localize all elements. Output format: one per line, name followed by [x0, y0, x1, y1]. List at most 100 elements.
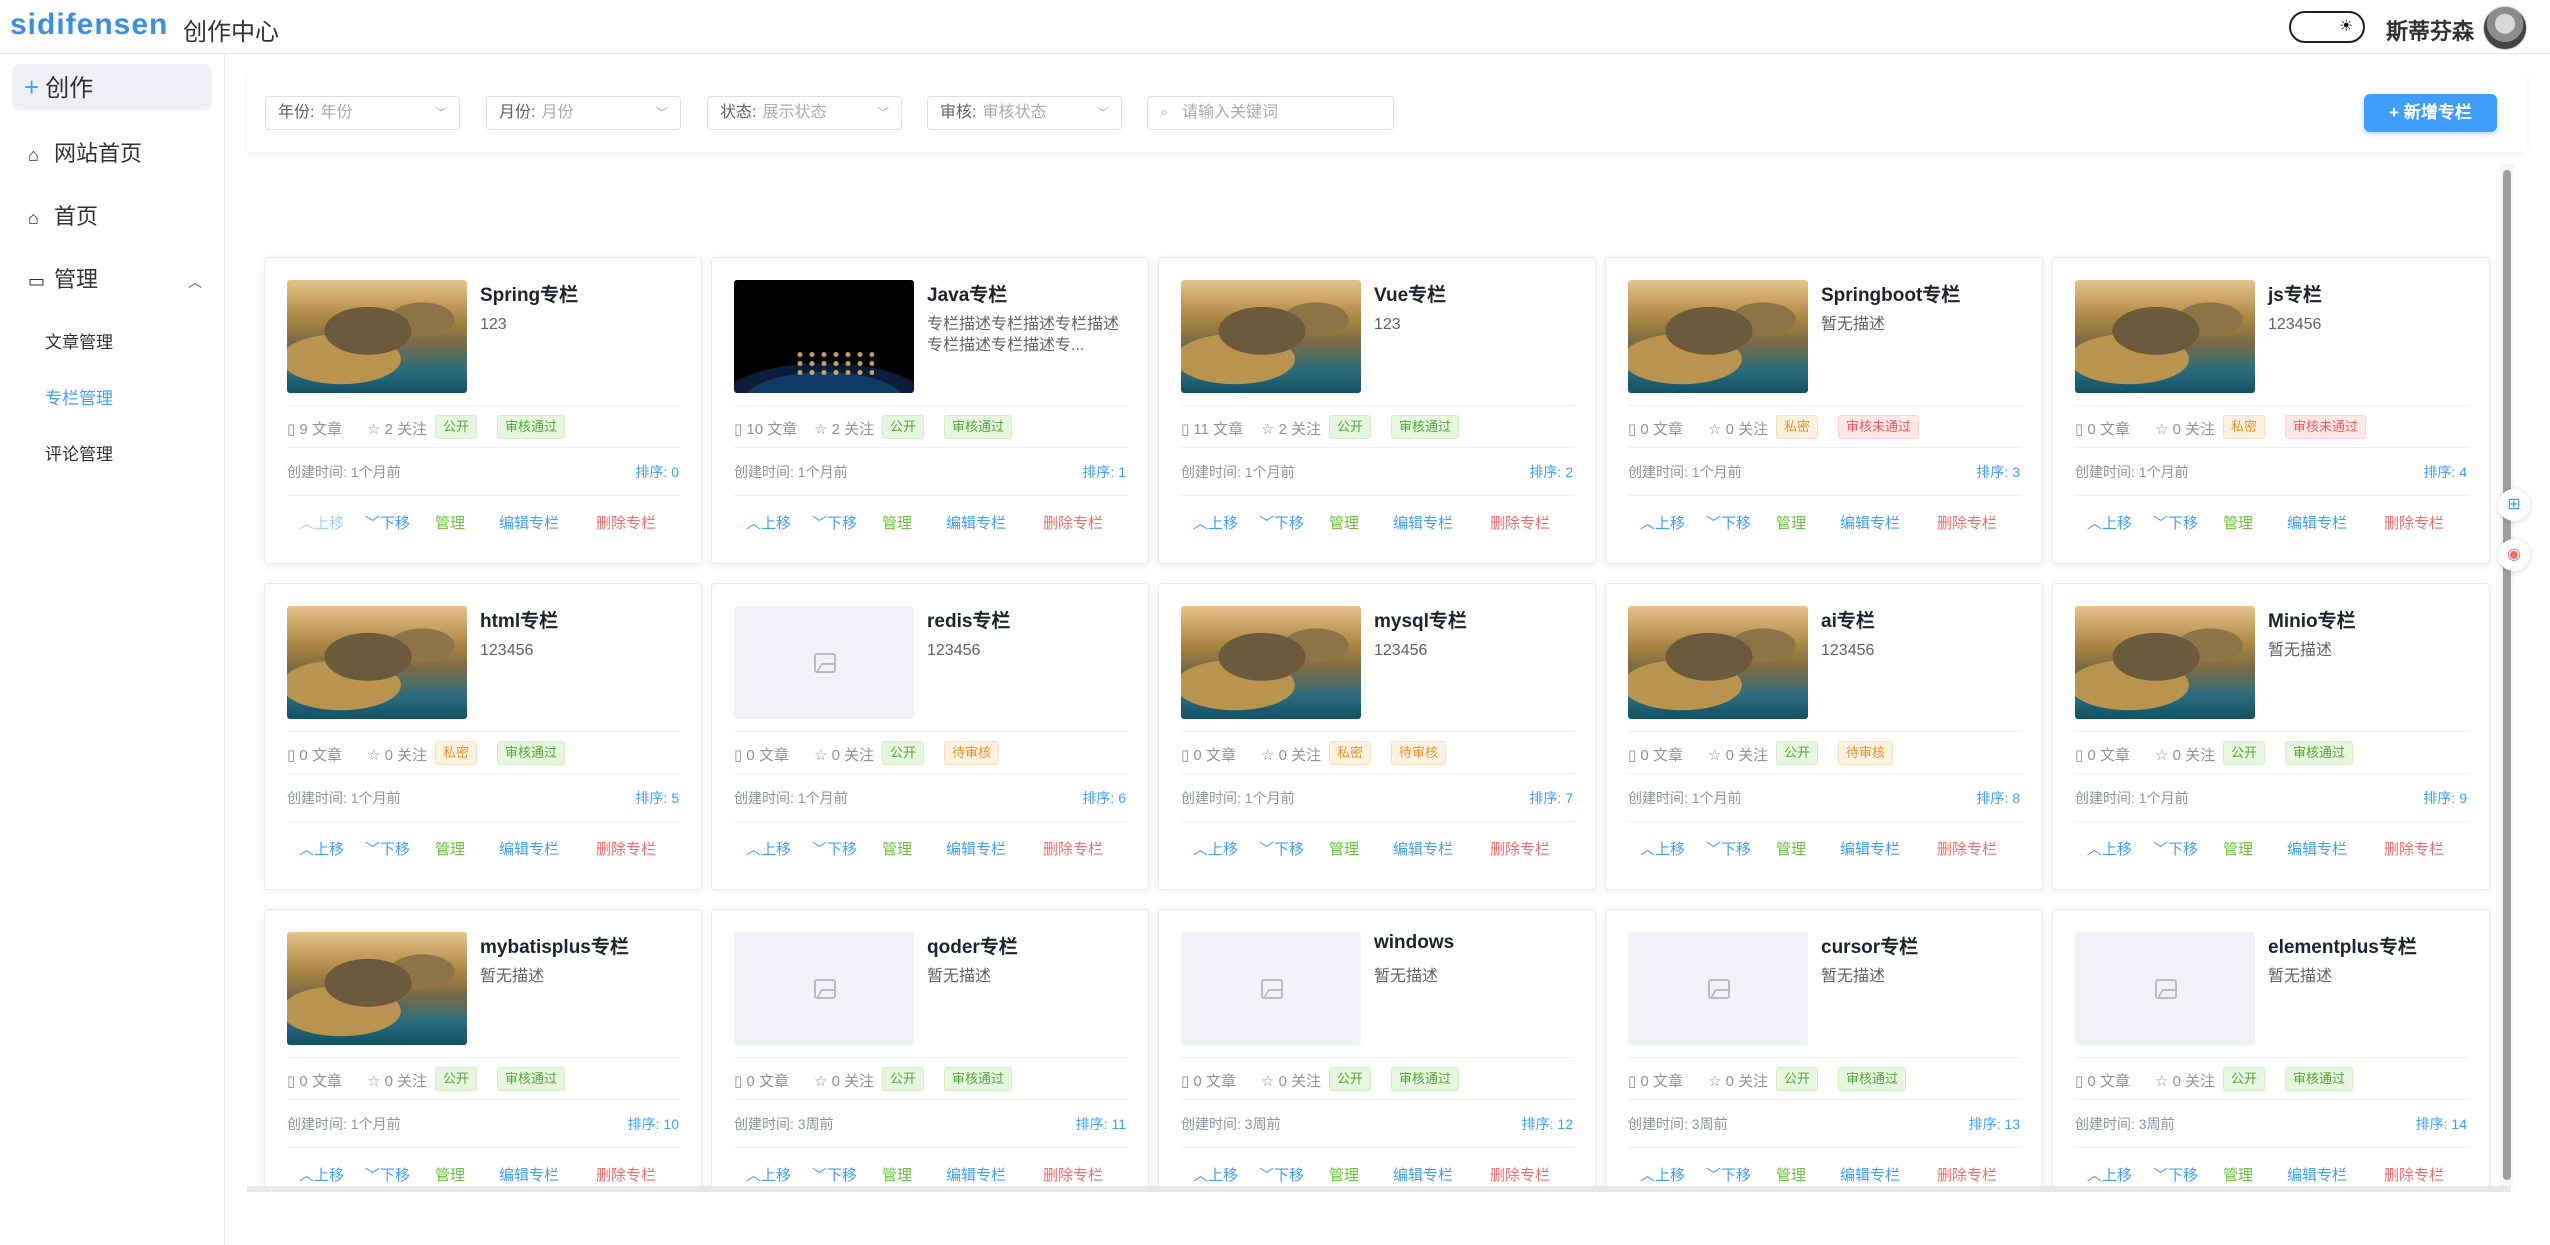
- move-up-button[interactable]: ︿上移: [2087, 1164, 2132, 1185]
- delete-column-button[interactable]: 删除专栏: [1490, 838, 1550, 859]
- column-title[interactable]: js专栏: [2268, 280, 2322, 307]
- column-cover[interactable]: [1181, 932, 1361, 1045]
- move-down-button[interactable]: ﹀下移: [2153, 1164, 2198, 1185]
- delete-column-button[interactable]: 删除专栏: [596, 838, 656, 859]
- sidebar-item-articles[interactable]: 文章管理: [45, 328, 113, 353]
- move-up-button[interactable]: ︿上移: [1640, 512, 1685, 533]
- status-select[interactable]: 状态: 展示状态 ﹀: [707, 96, 902, 130]
- column-title[interactable]: ai专栏: [1821, 606, 1875, 633]
- edit-column-button[interactable]: 编辑专栏: [946, 838, 1006, 859]
- manage-button[interactable]: 管理: [882, 512, 912, 533]
- manage-button[interactable]: 管理: [1329, 1164, 1359, 1185]
- delete-column-button[interactable]: 删除专栏: [1937, 512, 1997, 533]
- delete-column-button[interactable]: 删除专栏: [2384, 838, 2444, 859]
- column-cover[interactable]: [1181, 280, 1361, 393]
- move-up-button[interactable]: ︿上移: [299, 838, 344, 859]
- move-up-button[interactable]: ︿上移: [1193, 512, 1238, 533]
- column-title[interactable]: mysql专栏: [1374, 606, 1467, 633]
- column-cover[interactable]: [287, 606, 467, 719]
- column-title[interactable]: cursor专栏: [1821, 932, 1918, 959]
- edit-column-button[interactable]: 编辑专栏: [2287, 512, 2347, 533]
- column-title[interactable]: Vue专栏: [1374, 280, 1446, 307]
- move-up-button[interactable]: ︿上移: [746, 838, 791, 859]
- column-card[interactable]: Minio专栏 暂无描述 ▯ 0 文章 ☆ 0 关注 公开 审核通过 创建时间: 1个月前 排…: [2052, 583, 2490, 890]
- edit-column-button[interactable]: 编辑专栏: [1393, 1164, 1453, 1185]
- search-input[interactable]: ⌕ 请输入关键词: [1147, 96, 1394, 130]
- edit-column-button[interactable]: 编辑专栏: [2287, 838, 2347, 859]
- manage-button[interactable]: 管理: [435, 512, 465, 533]
- move-up-button[interactable]: ︿上移: [1640, 1164, 1685, 1185]
- edit-column-button[interactable]: 编辑专栏: [1393, 838, 1453, 859]
- move-down-button[interactable]: ﹀下移: [1706, 512, 1751, 533]
- column-title[interactable]: Spring专栏: [480, 280, 578, 307]
- column-cover[interactable]: [2075, 280, 2255, 393]
- column-card[interactable]: qoder专栏 暂无描述 ▯ 0 文章 ☆ 0 关注 公开 审核通过 创建时间: 3周前 排序…: [711, 909, 1149, 1187]
- help-icon[interactable]: ◉: [2498, 539, 2530, 571]
- move-up-button[interactable]: ︿上移: [746, 1164, 791, 1185]
- column-cover[interactable]: [1628, 280, 1808, 393]
- column-card[interactable]: Spring专栏 123 ▯ 9 文章 ☆ 2 关注 公开 审核通过 创建时间: 1个月前 排…: [264, 257, 702, 564]
- move-down-button[interactable]: ﹀下移: [1259, 512, 1304, 533]
- move-down-button[interactable]: ﹀下移: [812, 838, 857, 859]
- move-down-button[interactable]: ﹀下移: [1706, 1164, 1751, 1185]
- manage-button[interactable]: 管理: [2223, 1164, 2253, 1185]
- column-card[interactable]: mybatisplus专栏 暂无描述 ▯ 0 文章 ☆ 0 关注 公开 审核通过 创建时间:…: [264, 909, 702, 1187]
- column-card[interactable]: js专栏 123456 ▯ 0 文章 ☆ 0 关注 私密 审核未通过 创建时间: 1个月前 排…: [2052, 257, 2490, 564]
- column-title[interactable]: qoder专栏: [927, 932, 1018, 959]
- month-select[interactable]: 月份: 月份 ﹀: [486, 96, 681, 130]
- column-cover[interactable]: [287, 280, 467, 393]
- column-title[interactable]: Springboot专栏: [1821, 280, 1960, 307]
- move-down-button[interactable]: ﹀下移: [812, 1164, 857, 1185]
- move-down-button[interactable]: ﹀下移: [365, 512, 410, 533]
- delete-column-button[interactable]: 删除专栏: [2384, 512, 2444, 533]
- sidebar-item-columns[interactable]: 专栏管理: [45, 384, 113, 409]
- edit-column-button[interactable]: 编辑专栏: [1840, 1164, 1900, 1185]
- grid-icon[interactable]: ⊞: [2498, 489, 2530, 521]
- manage-button[interactable]: 管理: [1329, 512, 1359, 533]
- manage-button[interactable]: 管理: [435, 1164, 465, 1185]
- column-card[interactable]: mysql专栏 123456 ▯ 0 文章 ☆ 0 关注 私密 待审核 创建时间: 1个月前…: [1158, 583, 1596, 890]
- move-up-button[interactable]: ︿上移: [299, 1164, 344, 1185]
- column-cover[interactable]: [2075, 606, 2255, 719]
- scrollbar-thumb[interactable]: [2503, 170, 2511, 1180]
- edit-column-button[interactable]: 编辑专栏: [946, 512, 1006, 533]
- move-down-button[interactable]: ﹀下移: [2153, 512, 2198, 533]
- column-title[interactable]: mybatisplus专栏: [480, 932, 629, 959]
- move-up-button[interactable]: ︿上移: [299, 512, 344, 533]
- manage-button[interactable]: 管理: [1776, 1164, 1806, 1185]
- move-down-button[interactable]: ﹀下移: [1259, 1164, 1304, 1185]
- horizontal-scrollbar[interactable]: [247, 1186, 2511, 1192]
- column-card[interactable]: windows 暂无描述 ▯ 0 文章 ☆ 0 关注 公开 审核通过 创建时间: 3周前 排序…: [1158, 909, 1596, 1187]
- edit-column-button[interactable]: 编辑专栏: [499, 838, 559, 859]
- create-button[interactable]: + 创作: [12, 64, 212, 110]
- move-up-button[interactable]: ︿上移: [746, 512, 791, 533]
- sidebar-item-site-home[interactable]: ⌂ 网站首页: [28, 139, 142, 169]
- column-cover[interactable]: [734, 280, 914, 393]
- add-column-button[interactable]: + 新增专栏: [2364, 94, 2497, 132]
- move-down-button[interactable]: ﹀下移: [1706, 838, 1751, 859]
- edit-column-button[interactable]: 编辑专栏: [1393, 512, 1453, 533]
- sidebar-item-manage[interactable]: ▭ 管理: [28, 265, 98, 295]
- column-card[interactable]: html专栏 123456 ▯ 0 文章 ☆ 0 关注 私密 审核通过 创建时间: 1个月前…: [264, 583, 702, 890]
- username[interactable]: 斯蒂芬森: [2386, 14, 2474, 46]
- manage-button[interactable]: 管理: [882, 1164, 912, 1185]
- manage-button[interactable]: 管理: [2223, 838, 2253, 859]
- delete-column-button[interactable]: 删除专栏: [2384, 1164, 2444, 1185]
- manage-button[interactable]: 管理: [2223, 512, 2253, 533]
- move-up-button[interactable]: ︿上移: [2087, 838, 2132, 859]
- column-title[interactable]: Java专栏: [927, 280, 1007, 307]
- delete-column-button[interactable]: 删除专栏: [596, 512, 656, 533]
- delete-column-button[interactable]: 删除专栏: [1043, 838, 1103, 859]
- delete-column-button[interactable]: 删除专栏: [1490, 512, 1550, 533]
- move-down-button[interactable]: ﹀下移: [365, 1164, 410, 1185]
- column-card[interactable]: ai专栏 123456 ▯ 0 文章 ☆ 0 关注 公开 待审核 创建时间: 1个月前 排序:…: [1605, 583, 2043, 890]
- edit-column-button[interactable]: 编辑专栏: [499, 1164, 559, 1185]
- edit-column-button[interactable]: 编辑专栏: [499, 512, 559, 533]
- column-card[interactable]: Vue专栏 123 ▯ 11 文章 ☆ 2 关注 公开 审核通过 创建时间: 1个月前 排序:…: [1158, 257, 1596, 564]
- edit-column-button[interactable]: 编辑专栏: [946, 1164, 1006, 1185]
- column-cover[interactable]: [2075, 932, 2255, 1045]
- column-title[interactable]: html专栏: [480, 606, 558, 633]
- column-cover[interactable]: [734, 932, 914, 1045]
- move-down-button[interactable]: ﹀下移: [1259, 838, 1304, 859]
- edit-column-button[interactable]: 编辑专栏: [1840, 512, 1900, 533]
